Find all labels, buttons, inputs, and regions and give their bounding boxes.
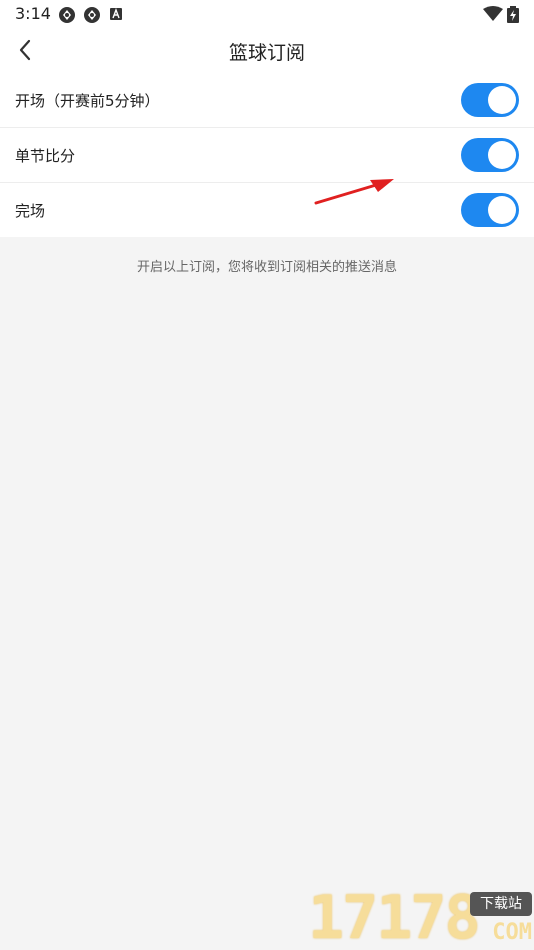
watermark-badge: 下载站 xyxy=(470,892,532,916)
setting-row-kickoff: 开场（开赛前5分钟） xyxy=(0,73,534,128)
top-bar: 篮球订阅 xyxy=(0,28,534,73)
wifi-icon xyxy=(483,6,503,22)
battery-icon xyxy=(507,6,519,24)
red-arrow-annotation xyxy=(314,179,394,205)
setting-row-final: 完场 xyxy=(0,183,534,237)
app-notification-icon xyxy=(83,6,101,24)
setting-label: 完场 xyxy=(15,202,46,220)
a-icon xyxy=(109,6,123,22)
page-title: 篮球订阅 xyxy=(228,42,305,64)
toggle-knob xyxy=(488,196,516,224)
setting-label: 单节比分 xyxy=(15,147,76,165)
watermark-digits: 17178 xyxy=(308,883,481,950)
status-bar: 3:14 xyxy=(0,0,534,28)
subscription-hint: 开启以上订阅，您将收到订阅相关的推送消息 xyxy=(136,260,397,275)
status-time: 3:14 xyxy=(15,4,51,23)
settings-list: 开场（开赛前5分钟） 单节比分 完场 xyxy=(0,73,534,237)
final-toggle[interactable] xyxy=(461,193,519,227)
setting-label: 开场（开赛前5分钟） xyxy=(15,92,160,110)
app-notification-icon xyxy=(58,6,76,24)
watermark-com: COM xyxy=(492,920,532,945)
toggle-knob xyxy=(488,86,516,114)
watermark: 17178 下载站 COM xyxy=(308,886,534,950)
kickoff-toggle[interactable] xyxy=(461,83,519,117)
screen: 3:14 篮球订阅 开场（开赛前5分钟） 单节比分 完场 开启以上订阅，您将收到… xyxy=(0,0,534,950)
toggle-knob xyxy=(488,141,516,169)
setting-row-quarter-score: 单节比分 xyxy=(0,128,534,183)
quarter-score-toggle[interactable] xyxy=(461,138,519,172)
